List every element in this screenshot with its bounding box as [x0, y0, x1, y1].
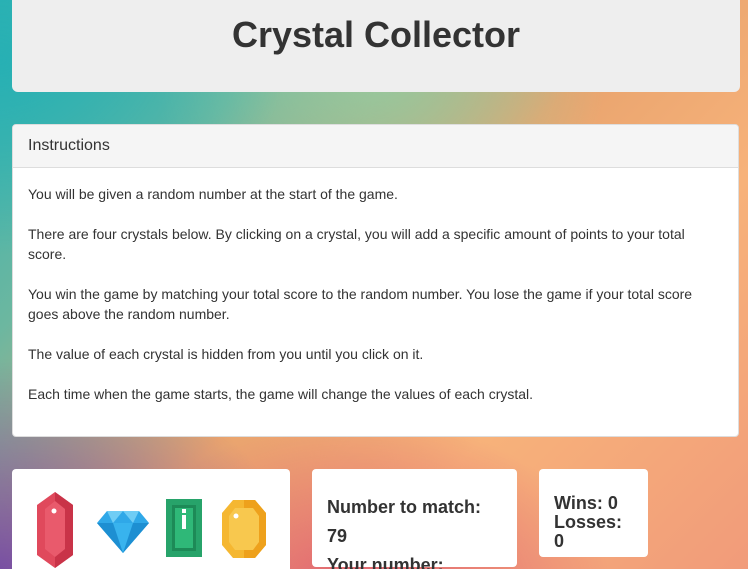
yellow-crystal-icon[interactable] — [221, 499, 267, 559]
instructions-panel: Instructions You will be given a random … — [12, 124, 739, 437]
losses-value: 0 — [554, 531, 565, 551]
wins-row: Wins: 0 — [554, 494, 633, 513]
wins-label: Wins: — [554, 493, 603, 513]
your-number-row: Your number: — [327, 551, 502, 569]
instructions-heading: Instructions — [13, 125, 738, 168]
instruction-paragraph: You win the game by matching your total … — [28, 286, 693, 322]
instruction-paragraph: There are four crystals below. By clicki… — [28, 226, 685, 262]
crystals-box — [12, 469, 290, 569]
page-title: Crystal Collector — [231, 14, 521, 55]
losses-row: Losses: 0 — [554, 513, 633, 551]
green-crystal-icon[interactable] — [165, 498, 203, 558]
red-crystal-icon[interactable] — [35, 491, 75, 569]
instruction-paragraph: Each time when the game starts, the game… — [28, 386, 534, 402]
number-to-match-value: 79 — [327, 526, 348, 546]
losses-label: Losses: — [554, 512, 623, 532]
wins-value: 0 — [607, 493, 618, 513]
instruction-paragraph: The value of each crystal is hidden from… — [28, 346, 424, 362]
instruction-paragraph: You will be given a random number at the… — [28, 186, 398, 202]
instructions-body: You will be given a random number at the… — [13, 168, 738, 404]
blue-diamond-icon[interactable] — [96, 510, 150, 554]
record-box: Wins: 0 Losses: 0 — [539, 469, 648, 557]
number-to-match-row: Number to match: 79 — [327, 493, 502, 551]
header-bar: Crystal Collector — [12, 0, 740, 92]
number-to-match-label: Number to match: — [327, 497, 482, 517]
your-number-label: Your number: — [327, 555, 444, 569]
score-box: Number to match: 79 Your number: — [312, 469, 517, 569]
